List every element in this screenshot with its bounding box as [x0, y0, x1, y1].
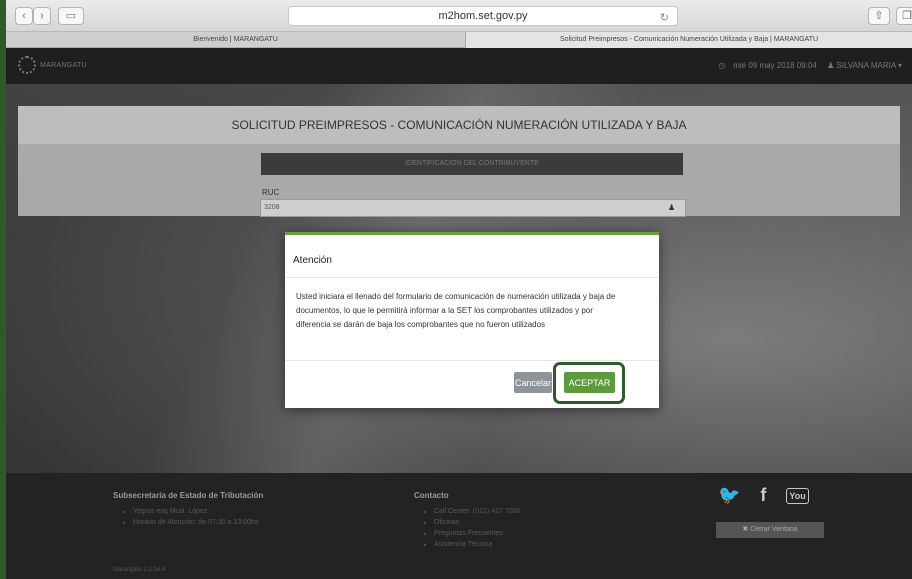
browser-window: ‹ › ▭ m2hom.set.gov.py ↻ ⇧ ❐ Bienvenido … — [6, 0, 912, 579]
close-window-button[interactable]: ✖ Cerrar Ventana — [716, 522, 824, 538]
user-menu[interactable]: SILVANA MARIA — [836, 61, 895, 70]
tab-strip: Bienvenido | MARANGATU Solicitud Preimpr… — [6, 32, 912, 48]
header-right: ◷ mié 09 may 2018 09:04 ♟ SILVANA MARIA ▾ — [718, 61, 902, 70]
sidebar-icon[interactable]: ▭ — [58, 7, 84, 25]
tab-solicitud[interactable]: Solicitud Preimpresos - Comunicación Num… — [466, 32, 912, 48]
facebook-icon[interactable]: f — [760, 485, 766, 506]
footer-col-title: Contacto — [414, 491, 449, 500]
logo[interactable]: MARANGATU — [18, 56, 87, 74]
tab-bienvenido[interactable]: Bienvenido | MARANGATU — [6, 32, 466, 48]
footer-col-set: Subsecretaría de Estado de Tributación Y… — [113, 491, 263, 528]
modal-title: Atención — [293, 255, 332, 266]
divider — [285, 277, 659, 278]
version-text: Marangatu 2.1.34.4 — [113, 567, 166, 573]
url-text: m2hom.set.gov.py — [438, 10, 528, 22]
share-icon[interactable]: ⇧ — [868, 7, 890, 25]
footer-col-title: Subsecretaría de Estado de Tributación — [113, 491, 264, 500]
modal-message: Usted iniciara el llenado del formulario… — [296, 292, 616, 329]
footer-link[interactable]: Call Center: (021) 417 7000 — [434, 506, 520, 517]
footer-link[interactable]: Preguntas Frecuentes — [434, 528, 520, 539]
ruc-field[interactable]: 3208 — [260, 199, 686, 217]
ruc-label: RUC — [262, 188, 280, 197]
chevron-left-icon[interactable]: ‹ — [15, 7, 33, 25]
cancel-button[interactable]: Cancelar — [514, 372, 552, 393]
logo-icon — [18, 56, 36, 74]
footer-col-contact: Contacto Call Center: (021) 417 7000 Ofi… — [414, 491, 520, 550]
address-bar[interactable]: m2hom.set.gov.py ↻ — [288, 6, 678, 26]
footer: Subsecretaría de Estado de Tributación Y… — [6, 473, 912, 579]
caret-down-icon[interactable]: ▾ — [898, 61, 902, 70]
section-title: IDENTIFICACIÓN DEL CONTRIBUYENTE — [261, 153, 683, 175]
browser-toolbar: ‹ › ▭ m2hom.set.gov.py ↻ ⇧ ❐ — [6, 0, 912, 32]
twitter-icon[interactable]: 🐦 — [718, 485, 740, 506]
clock-icon: ◷ — [718, 61, 726, 70]
footer-item: Horario de Atención: de 07:30 a 13:00hs — [133, 517, 263, 528]
user-icon: ♟ — [827, 61, 835, 70]
chevron-right-icon[interactable]: › — [33, 7, 51, 25]
youtube-icon[interactable]: You — [786, 487, 809, 504]
header-datetime: mié 09 may 2018 09:04 — [733, 61, 817, 70]
reload-icon[interactable]: ↻ — [660, 9, 669, 27]
logo-text: MARANGATU — [40, 61, 87, 69]
social-links: 🐦 f You — [718, 485, 809, 506]
attention-modal: Atención Usted iniciara el llenado del f… — [285, 232, 659, 408]
divider — [285, 360, 659, 361]
page-content: MARANGATU ◷ mié 09 may 2018 09:04 ♟ SILVA… — [6, 48, 912, 579]
site-header: MARANGATU ◷ mié 09 may 2018 09:04 ♟ SILVA… — [6, 48, 912, 84]
accept-button[interactable]: ACEPTAR — [564, 372, 615, 393]
footer-link[interactable]: Oficinas — [434, 517, 520, 528]
user-icon: ♟ — [668, 203, 676, 212]
footer-item: Yegros esq Mcal. López — [133, 506, 263, 517]
tabs-icon[interactable]: ❐ — [896, 7, 912, 25]
page-title: SOLICITUD PREIMPRESOS - COMUNICACIÓN NUM… — [18, 106, 900, 144]
footer-link[interactable]: Asistencia Técnica — [434, 539, 520, 550]
